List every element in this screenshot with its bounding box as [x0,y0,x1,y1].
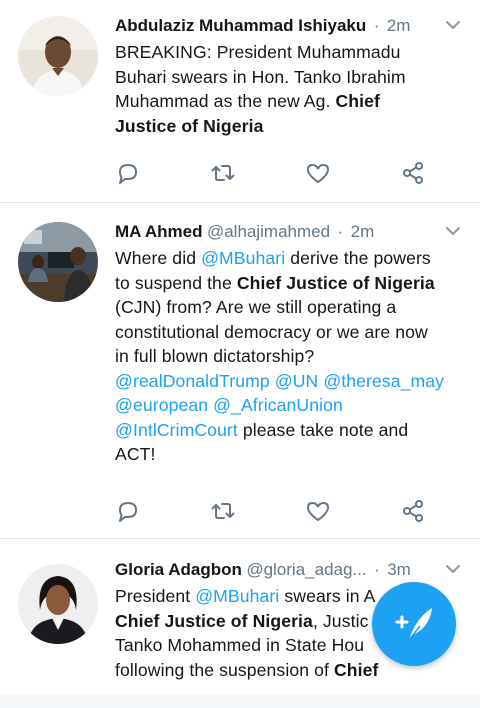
tweet-text-line: Buhari swears in Hon. Tanko Ibrahim [115,65,465,90]
tweet[interactable]: Abdulaziz Muhammad Ishiyaku · 2m BREAKIN… [0,12,480,192]
avatar[interactable] [18,564,98,644]
tweet-actions [115,498,435,526]
tweet[interactable]: MA Ahmed @alhajimahmed · 2m Where did @M… [0,218,480,528]
tweet-header: Abdulaziz Muhammad Ishiyaku · 2m [115,12,410,40]
text-segment: , Justic [312,610,369,631]
divider [0,202,480,203]
tweet-text[interactable]: BREAKING: President Muhammadu Buhari swea… [115,40,465,138]
tweet-text-line: to suspend the Chief Justice of Nigeria [115,271,465,296]
text-segment: constitutional democracy or we are now [115,321,428,342]
tweet-text-line: (CJN) from? Are we still operating a [115,295,465,320]
chevron-down-icon[interactable] [444,224,462,238]
tweet-text-line: ACT! [115,442,465,467]
mention-link[interactable]: @european [115,395,208,415]
heart-icon[interactable] [305,160,331,186]
text-segment: to suspend the [115,272,237,293]
text-segment: following the suspension of [115,659,334,680]
bold-text: Chief Justice of Nigeria [236,272,435,293]
text-segment: (CJN) from? Are we still operating a [115,297,397,317]
chevron-down-icon[interactable] [444,562,462,576]
text-segment: ACT! [115,444,156,464]
divider [0,538,480,539]
text-segment: BREAKING: President Muhammadu [115,42,401,62]
tweet-text-line: @IntlCrimCourt please take note and [115,418,465,443]
avatar-photo-icon [18,16,98,96]
retweet-icon[interactable] [210,160,236,186]
avatar[interactable] [18,222,98,302]
display-name[interactable]: Abdulaziz Muhammad Ishiyaku [115,16,366,35]
text-segment: President [115,586,196,606]
share-icon[interactable] [400,160,426,186]
tweet-header: Gloria Adagbon @gloria_adag... · 3m [115,556,411,584]
tweet-text-line: in full blown dictatorship? [115,344,465,369]
mention-link[interactable]: @MBuhari [195,586,279,606]
mention-link[interactable]: @MBuhari [201,248,285,268]
tweet-text-line: @european @_AfricanUnion [115,393,465,418]
tweet-text-line: Muhammad as the new Ag. Chief [115,89,465,114]
tweet-text-line: constitutional democracy or we are now [115,320,465,345]
timestamp[interactable]: 2m [387,16,411,35]
mention-link[interactable]: @_AfricanUnion [213,395,343,415]
text-segment: in full blown dictatorship? [115,346,315,366]
chevron-down-icon[interactable] [444,18,462,32]
mention-link[interactable]: @theresa_may [323,371,444,391]
bold-text: Chief [335,91,380,111]
bottom-edge [0,694,480,708]
heart-icon[interactable] [305,498,331,524]
tweet-text-line: BREAKING: President Muhammadu [115,40,465,65]
retweet-icon[interactable] [210,498,236,524]
text-segment: swears in A [279,586,376,606]
timestamp[interactable]: 3m [387,560,411,579]
bold-text: Justice of Nigeria [115,115,264,136]
text-segment: Buhari swears in Hon. Tanko Ibrahim [115,66,406,87]
text-segment: please take note and [237,419,409,440]
mention-link[interactable]: @IntlCrimCourt [115,420,238,440]
timestamp[interactable]: 2m [351,222,375,241]
tweet-actions [115,160,435,188]
display-name[interactable]: MA Ahmed [115,222,203,241]
mention-link[interactable]: @UN [275,371,319,391]
tweet-header: MA Ahmed @alhajimahmed · 2m [115,218,374,246]
tweet-text[interactable]: Where did @MBuhari derive the powers to s… [115,246,465,467]
tweet-text-line: Where did @MBuhari derive the powers [115,246,465,271]
display-name[interactable]: Gloria Adagbon [115,560,242,579]
avatar-photo-icon [18,222,98,302]
tweet-text-line: @realDonaldTrump @UN @theresa_may [115,369,465,394]
text-segment: derive the powers [285,248,431,268]
avatar-photo-icon [18,564,98,644]
separator-dot: · [373,16,380,35]
user-handle[interactable]: @gloria_adag... [246,560,366,579]
share-icon[interactable] [400,498,426,524]
separator-dot: · [337,222,344,241]
compose-icon [395,608,432,641]
tweet-text-line: Justice of Nigeria [115,114,465,139]
mention-link[interactable]: @realDonaldTrump [115,371,270,391]
compose-tweet-button[interactable] [372,582,456,666]
text-segment: Where did [115,248,202,268]
text-segment: Muhammad as the new Ag. [115,91,336,111]
reply-icon[interactable] [115,498,141,524]
text-segment: Tanko Mohammed in State Hou [115,635,365,655]
avatar[interactable] [18,16,98,96]
separator-dot: · [374,560,380,579]
reply-icon[interactable] [115,160,141,186]
bold-text: Chief Justice of Nigeria [115,610,313,631]
user-handle[interactable]: @alhajimahmed [207,222,330,241]
